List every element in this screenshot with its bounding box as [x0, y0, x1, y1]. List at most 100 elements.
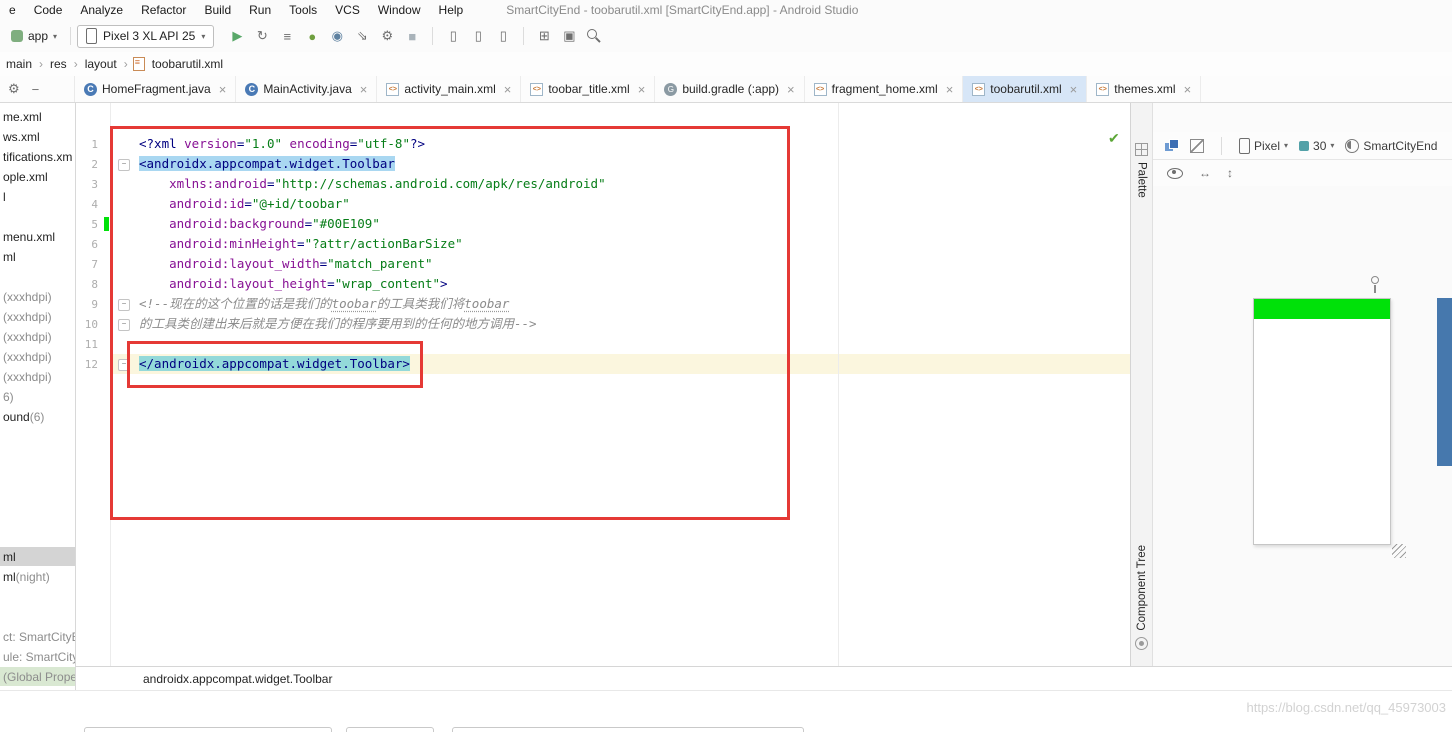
preview-device-selector[interactable]: Pixel ▾ [1239, 138, 1288, 154]
up-down-arrow-icon[interactable]: ↕ [1227, 166, 1233, 180]
sdk-manager-icon[interactable]: ▯ [492, 25, 514, 47]
line-number: 11 [85, 338, 98, 351]
close-icon[interactable]: × [360, 83, 368, 96]
project-tree-item[interactable]: ml [0, 247, 75, 266]
theme-selector[interactable]: SmartCityEnd [1345, 139, 1437, 153]
left-right-arrows-icon[interactable]: ↔ [1199, 166, 1211, 180]
tab-fragment-home-xml[interactable]: fragment_home.xml× [805, 76, 964, 102]
inspection-ok-icon[interactable]: ✔ [1108, 130, 1120, 147]
layout-inspector-icon[interactable]: ⊞ [533, 25, 555, 47]
project-tree-item[interactable]: ml [0, 547, 75, 566]
apply-code-changes-icon[interactable]: ≡ [276, 25, 298, 47]
close-icon[interactable]: × [946, 83, 954, 96]
project-tree-item[interactable]: ml (night) [0, 567, 75, 586]
run-config-selector[interactable]: app ▾ [4, 27, 64, 45]
fold-marker[interactable]: − [118, 319, 130, 331]
tab-themes-xml[interactable]: themes.xml× [1087, 76, 1201, 102]
palette-tool-button[interactable]: Palette [1135, 137, 1148, 198]
close-icon[interactable]: × [1184, 83, 1192, 96]
project-tree-item[interactable]: ople.xml [0, 167, 75, 186]
window-title: SmartCityEnd - toobarutil.xml [SmartCity… [506, 3, 858, 17]
build-window-icon[interactable]: ▣ [558, 25, 580, 47]
fold-marker[interactable]: − [118, 359, 130, 371]
profiler-icon[interactable]: ◉ [326, 25, 348, 47]
close-icon[interactable]: × [1070, 83, 1078, 96]
project-tree-item[interactable]: menu.xml [0, 227, 75, 246]
tab-homefragment-java[interactable]: HomeFragment.java× [75, 76, 236, 102]
magnet-widget-icon[interactable] [1370, 276, 1380, 294]
avd-manager-icon[interactable]: ▯ [442, 25, 464, 47]
menu-e[interactable]: e [0, 0, 25, 20]
run-icon[interactable]: ▶ [226, 25, 248, 47]
device-selector[interactable]: Pixel 3 XL API 25 ▾ [77, 25, 214, 48]
search-everywhere-icon[interactable] [583, 25, 605, 47]
menu-help[interactable]: Help [430, 0, 473, 20]
preview-toolbar[interactable] [1254, 299, 1390, 319]
settings-gear-icon[interactable]: ⚙ [8, 81, 20, 97]
project-tree-item[interactable]: ule: SmartCity [0, 647, 75, 666]
api-level-selector[interactable]: 30 ▾ [1299, 139, 1334, 153]
breadcrumb-item-toobarutil-xml[interactable]: toobarutil.xml [150, 57, 225, 71]
stop-icon[interactable]: ■ [401, 25, 423, 47]
menu-refactor[interactable]: Refactor [132, 0, 195, 20]
close-icon[interactable]: × [638, 83, 646, 96]
color-swatch[interactable] [104, 217, 109, 231]
breadcrumb-item-main[interactable]: main [4, 57, 34, 71]
fold-marker[interactable]: − [118, 159, 130, 171]
menu-build[interactable]: Build [195, 0, 240, 20]
gutter-line: 6 [75, 234, 110, 254]
project-item-hint: (6) [30, 410, 45, 424]
project-item-label: ml [3, 250, 16, 264]
project-tree-item[interactable]: ound (6) [0, 407, 75, 426]
project-tree-item[interactable]: ws.xml [0, 127, 75, 146]
gradle-settings-icon[interactable]: ⚙ [376, 25, 398, 47]
menu-window[interactable]: Window [369, 0, 430, 20]
project-tree-item[interactable]: l [0, 187, 75, 206]
debug-icon[interactable]: ● [301, 25, 323, 47]
close-icon[interactable]: × [219, 83, 227, 96]
close-icon[interactable]: × [504, 83, 512, 96]
project-tree-item[interactable]: (xxxhdpi) [0, 367, 75, 386]
hide-panel-icon[interactable]: − [32, 82, 40, 97]
code-editor[interactable]: <?xml version="1.0" encoding="utf-8"?>−<… [111, 103, 1130, 666]
tab-mainactivity-java[interactable]: MainActivity.java× [236, 76, 377, 102]
design-surface-icon[interactable] [1165, 139, 1179, 152]
design-canvas[interactable] [1153, 186, 1452, 666]
tab-toobarutil-xml[interactable]: toobarutil.xml× [963, 76, 1087, 102]
preview-resize-handle[interactable] [1392, 544, 1406, 558]
layout-preview[interactable] [1253, 298, 1391, 545]
tab-toobar-title-xml[interactable]: toobar_title.xml× [521, 76, 655, 102]
project-tree-item[interactable]: (xxxhdpi) [0, 307, 75, 326]
fold-marker[interactable]: − [118, 299, 130, 311]
menu-tools[interactable]: Tools [280, 0, 326, 20]
project-tree-item[interactable]: 6) [0, 387, 75, 406]
bottom-breadcrumb[interactable]: androidx.appcompat.widget.Toolbar [143, 672, 332, 686]
view-options-eye-icon[interactable] [1167, 168, 1183, 179]
palette-icon [1135, 143, 1148, 156]
attach-debugger-icon[interactable]: ⇘ [351, 25, 373, 47]
tab-build-gradle-app[interactable]: build.gradle (:app)× [655, 76, 804, 102]
menu-code[interactable]: Code [25, 0, 72, 20]
project-tree-item[interactable]: (Global Prope [0, 667, 75, 686]
tab-activity-main-xml[interactable]: activity_main.xml× [377, 76, 521, 102]
close-icon[interactable]: × [787, 83, 795, 96]
menu-vcs[interactable]: VCS [326, 0, 369, 20]
project-tree-item[interactable]: (xxxhdpi) [0, 287, 75, 306]
component-tree-tool-button[interactable]: Component Tree [1135, 545, 1148, 656]
code-token: encoding [290, 136, 350, 151]
apply-changes-icon[interactable]: ↻ [251, 25, 273, 47]
blueprint-toggle-icon[interactable] [1190, 139, 1204, 153]
project-tree-item[interactable]: ct: SmartCityE [0, 627, 75, 646]
project-tree-item[interactable]: me.xml [0, 107, 75, 126]
menu-run[interactable]: Run [240, 0, 280, 20]
breadcrumb-item-layout[interactable]: layout [83, 57, 119, 71]
toolbar-icons: ▶↻≡●◉⇘⚙■▯▯▯⊞▣ [226, 25, 605, 47]
menu-analyze[interactable]: Analyze [71, 0, 132, 20]
project-tree-item[interactable]: (xxxhdpi) [0, 347, 75, 366]
code-line: android:background="#00E109" [111, 214, 1130, 234]
breadcrumb-item-res[interactable]: res [48, 57, 69, 71]
project-tree-item[interactable]: (xxxhdpi) [0, 327, 75, 346]
device-sync-icon[interactable]: ▯ [467, 25, 489, 47]
project-tree-item[interactable]: tifications.xm [0, 147, 75, 166]
project-panel[interactable]: me.xmlws.xmltifications.xmople.xmll menu.… [0, 103, 76, 690]
